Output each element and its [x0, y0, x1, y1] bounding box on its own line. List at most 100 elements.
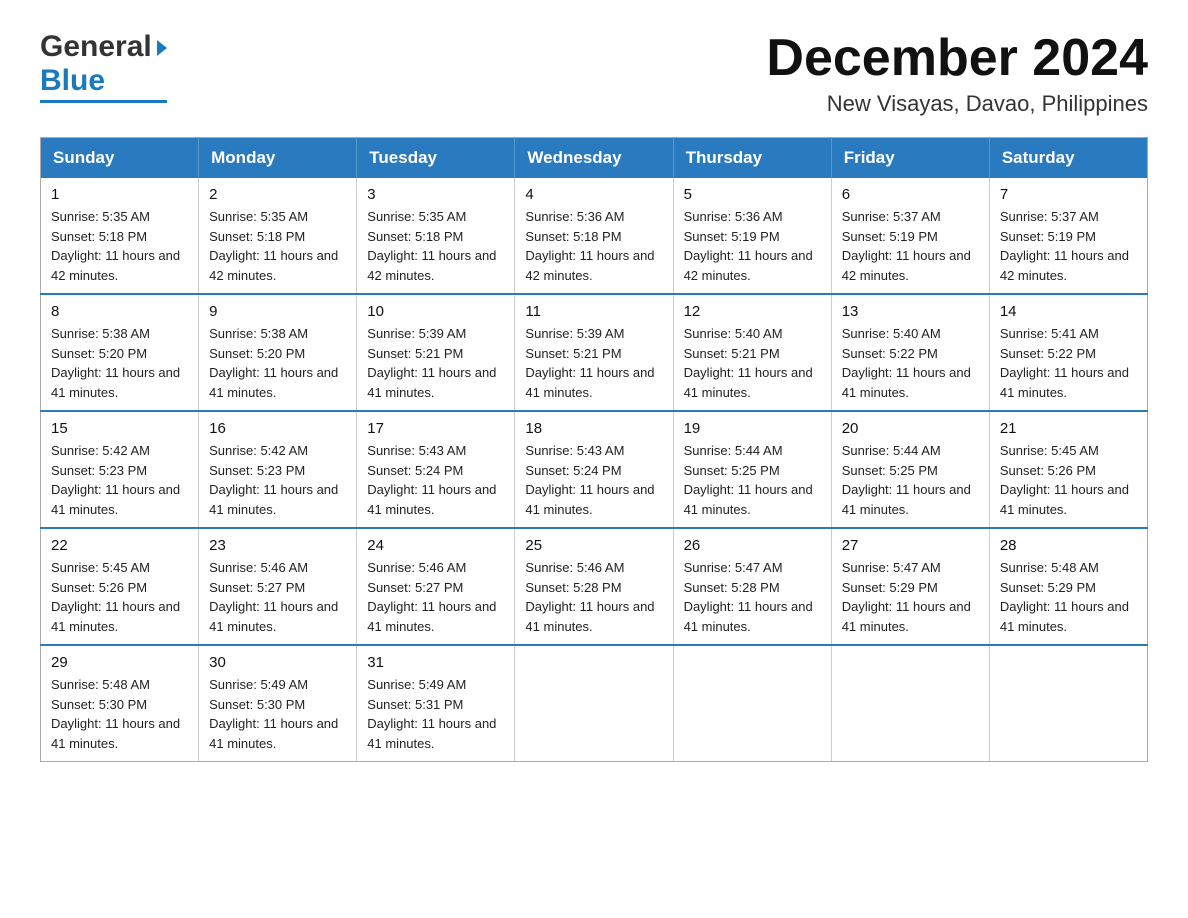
calendar-cell: 14 Sunrise: 5:41 AMSunset: 5:22 PMDayligh…: [989, 294, 1147, 411]
day-number: 6: [842, 186, 979, 203]
day-number: 24: [367, 537, 504, 554]
calendar-cell: 29 Sunrise: 5:48 AMSunset: 5:30 PMDayligh…: [41, 645, 199, 762]
logo-triangle-icon: [157, 40, 167, 56]
day-info: Sunrise: 5:48 AMSunset: 5:29 PMDaylight:…: [1000, 558, 1137, 636]
day-info: Sunrise: 5:44 AMSunset: 5:25 PMDaylight:…: [684, 441, 821, 519]
day-info: Sunrise: 5:40 AMSunset: 5:21 PMDaylight:…: [684, 324, 821, 402]
logo: General Blue: [40, 30, 167, 103]
day-number: 20: [842, 420, 979, 437]
day-info: Sunrise: 5:46 AMSunset: 5:27 PMDaylight:…: [209, 558, 346, 636]
calendar-cell: [831, 645, 989, 762]
day-number: 31: [367, 654, 504, 671]
day-number: 11: [525, 303, 662, 320]
day-info: Sunrise: 5:49 AMSunset: 5:31 PMDaylight:…: [367, 675, 504, 753]
day-number: 3: [367, 186, 504, 203]
day-info: Sunrise: 5:36 AMSunset: 5:19 PMDaylight:…: [684, 207, 821, 285]
day-info: Sunrise: 5:43 AMSunset: 5:24 PMDaylight:…: [525, 441, 662, 519]
day-info: Sunrise: 5:38 AMSunset: 5:20 PMDaylight:…: [51, 324, 188, 402]
calendar-cell: 10 Sunrise: 5:39 AMSunset: 5:21 PMDayligh…: [357, 294, 515, 411]
day-number: 29: [51, 654, 188, 671]
day-info: Sunrise: 5:38 AMSunset: 5:20 PMDaylight:…: [209, 324, 346, 402]
calendar-week-2: 8 Sunrise: 5:38 AMSunset: 5:20 PMDaylight…: [41, 294, 1148, 411]
calendar-cell: 31 Sunrise: 5:49 AMSunset: 5:31 PMDayligh…: [357, 645, 515, 762]
calendar-table: SundayMondayTuesdayWednesdayThursdayFrid…: [40, 137, 1148, 762]
calendar-header-monday: Monday: [199, 138, 357, 179]
day-number: 15: [51, 420, 188, 437]
location: New Visayas, Davao, Philippines: [766, 91, 1148, 117]
calendar-header-friday: Friday: [831, 138, 989, 179]
calendar-cell: 22 Sunrise: 5:45 AMSunset: 5:26 PMDayligh…: [41, 528, 199, 645]
calendar-cell: 15 Sunrise: 5:42 AMSunset: 5:23 PMDayligh…: [41, 411, 199, 528]
calendar-cell: 27 Sunrise: 5:47 AMSunset: 5:29 PMDayligh…: [831, 528, 989, 645]
day-info: Sunrise: 5:47 AMSunset: 5:28 PMDaylight:…: [684, 558, 821, 636]
calendar-cell: 9 Sunrise: 5:38 AMSunset: 5:20 PMDaylight…: [199, 294, 357, 411]
day-number: 7: [1000, 186, 1137, 203]
day-info: Sunrise: 5:41 AMSunset: 5:22 PMDaylight:…: [1000, 324, 1137, 402]
day-number: 23: [209, 537, 346, 554]
calendar-week-5: 29 Sunrise: 5:48 AMSunset: 5:30 PMDayligh…: [41, 645, 1148, 762]
day-info: Sunrise: 5:47 AMSunset: 5:29 PMDaylight:…: [842, 558, 979, 636]
day-number: 19: [684, 420, 821, 437]
calendar-cell: 30 Sunrise: 5:49 AMSunset: 5:30 PMDayligh…: [199, 645, 357, 762]
day-number: 5: [684, 186, 821, 203]
calendar-cell: 5 Sunrise: 5:36 AMSunset: 5:19 PMDaylight…: [673, 178, 831, 294]
calendar-header-thursday: Thursday: [673, 138, 831, 179]
calendar-cell: 24Sunrise: 5:46 AMSunset: 5:27 PMDayligh…: [357, 528, 515, 645]
logo-blue: Blue: [40, 64, 105, 98]
day-info: Sunrise: 5:37 AMSunset: 5:19 PMDaylight:…: [842, 207, 979, 285]
day-number: 14: [1000, 303, 1137, 320]
calendar-cell: 23 Sunrise: 5:46 AMSunset: 5:27 PMDayligh…: [199, 528, 357, 645]
calendar-cell: 8 Sunrise: 5:38 AMSunset: 5:20 PMDaylight…: [41, 294, 199, 411]
calendar-header-row: SundayMondayTuesdayWednesdayThursdayFrid…: [41, 138, 1148, 179]
day-number: 18: [525, 420, 662, 437]
calendar-cell: 19 Sunrise: 5:44 AMSunset: 5:25 PMDayligh…: [673, 411, 831, 528]
day-info: Sunrise: 5:40 AMSunset: 5:22 PMDaylight:…: [842, 324, 979, 402]
day-number: 9: [209, 303, 346, 320]
day-info: Sunrise: 5:35 AMSunset: 5:18 PMDaylight:…: [209, 207, 346, 285]
day-info: Sunrise: 5:39 AMSunset: 5:21 PMDaylight:…: [367, 324, 504, 402]
day-number: 30: [209, 654, 346, 671]
calendar-cell: 21Sunrise: 5:45 AMSunset: 5:26 PMDayligh…: [989, 411, 1147, 528]
day-number: 28: [1000, 537, 1137, 554]
day-info: Sunrise: 5:36 AMSunset: 5:18 PMDaylight:…: [525, 207, 662, 285]
month-title: December 2024: [766, 30, 1148, 87]
day-number: 17: [367, 420, 504, 437]
calendar-header-wednesday: Wednesday: [515, 138, 673, 179]
day-info: Sunrise: 5:35 AMSunset: 5:18 PMDaylight:…: [51, 207, 188, 285]
calendar-cell: 7 Sunrise: 5:37 AMSunset: 5:19 PMDaylight…: [989, 178, 1147, 294]
calendar-cell: 13Sunrise: 5:40 AMSunset: 5:22 PMDayligh…: [831, 294, 989, 411]
day-number: 12: [684, 303, 821, 320]
calendar-cell: 12 Sunrise: 5:40 AMSunset: 5:21 PMDayligh…: [673, 294, 831, 411]
calendar-cell: 17Sunrise: 5:43 AMSunset: 5:24 PMDayligh…: [357, 411, 515, 528]
day-info: Sunrise: 5:44 AMSunset: 5:25 PMDaylight:…: [842, 441, 979, 519]
calendar-cell: 11 Sunrise: 5:39 AMSunset: 5:21 PMDayligh…: [515, 294, 673, 411]
day-info: Sunrise: 5:42 AMSunset: 5:23 PMDaylight:…: [51, 441, 188, 519]
title-section: December 2024 New Visayas, Davao, Philip…: [766, 30, 1148, 117]
day-info: Sunrise: 5:45 AMSunset: 5:26 PMDaylight:…: [51, 558, 188, 636]
calendar-header-sunday: Sunday: [41, 138, 199, 179]
day-number: 22: [51, 537, 188, 554]
day-info: Sunrise: 5:48 AMSunset: 5:30 PMDaylight:…: [51, 675, 188, 753]
day-info: Sunrise: 5:42 AMSunset: 5:23 PMDaylight:…: [209, 441, 346, 519]
day-number: 1: [51, 186, 188, 203]
calendar-header-tuesday: Tuesday: [357, 138, 515, 179]
page-header: General Blue December 2024 New Visayas, …: [40, 30, 1148, 117]
day-info: Sunrise: 5:49 AMSunset: 5:30 PMDaylight:…: [209, 675, 346, 753]
calendar-cell: 26 Sunrise: 5:47 AMSunset: 5:28 PMDayligh…: [673, 528, 831, 645]
calendar-cell: 3Sunrise: 5:35 AMSunset: 5:18 PMDaylight…: [357, 178, 515, 294]
day-number: 8: [51, 303, 188, 320]
day-number: 10: [367, 303, 504, 320]
calendar-cell: 16 Sunrise: 5:42 AMSunset: 5:23 PMDayligh…: [199, 411, 357, 528]
day-number: 16: [209, 420, 346, 437]
day-number: 25: [525, 537, 662, 554]
calendar-cell: 25Sunrise: 5:46 AMSunset: 5:28 PMDayligh…: [515, 528, 673, 645]
day-info: Sunrise: 5:39 AMSunset: 5:21 PMDaylight:…: [525, 324, 662, 402]
calendar-week-1: 1 Sunrise: 5:35 AMSunset: 5:18 PMDaylight…: [41, 178, 1148, 294]
calendar-week-4: 22 Sunrise: 5:45 AMSunset: 5:26 PMDayligh…: [41, 528, 1148, 645]
day-number: 26: [684, 537, 821, 554]
day-info: Sunrise: 5:37 AMSunset: 5:19 PMDaylight:…: [1000, 207, 1137, 285]
logo-general: General: [40, 30, 152, 64]
day-number: 27: [842, 537, 979, 554]
calendar-cell: 20 Sunrise: 5:44 AMSunset: 5:25 PMDayligh…: [831, 411, 989, 528]
calendar-cell: [673, 645, 831, 762]
